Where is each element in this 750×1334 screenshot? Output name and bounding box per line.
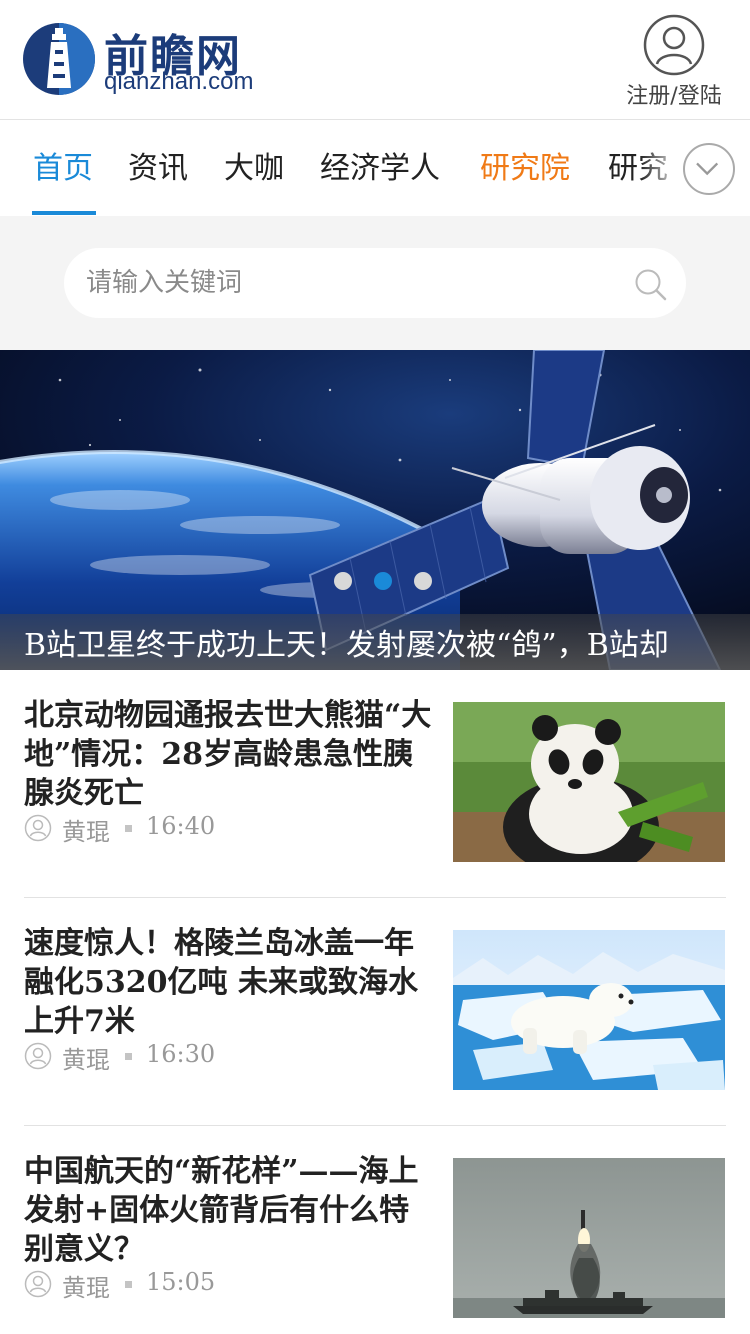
login-register-button[interactable]: 注册/登陆 [622, 14, 726, 110]
avatar-icon [24, 1270, 52, 1298]
logo-text-en: qianzhan.com [104, 68, 253, 96]
article-item[interactable]: 中国航天的“新花样”——海上发射+固体火箭背后有什么特别意义？ 黄琨 15:05 [0, 1126, 750, 1334]
article-time: 16:30 [146, 1040, 216, 1068]
logo-text-domain: .com [201, 68, 254, 95]
tab-news[interactable]: 资讯 [128, 143, 188, 187]
article-item[interactable]: 速度惊人！格陵兰岛冰盖一年融化5320亿吨 未来或致海水上升7米 黄琨 16:3… [0, 898, 750, 1126]
article-author: 黄琨 [62, 818, 110, 846]
carousel-dot-active[interactable] [374, 572, 392, 590]
user-icon [643, 14, 705, 76]
banner-carousel[interactable]: B站卫星终于成功上天！发射屡次被“鸽”，B站却 [0, 350, 750, 670]
article-thumbnail[interactable] [453, 702, 725, 862]
article-author: 黄琨 [62, 1274, 110, 1302]
logo-text-en-main: qianzhan [104, 68, 202, 95]
article-time: 16:40 [146, 812, 216, 840]
rocket-launch-image [453, 1158, 725, 1318]
avatar-icon [24, 1042, 52, 1070]
chevron-down-icon [696, 162, 719, 176]
article-author: 黄琨 [62, 1046, 110, 1074]
banner-caption-text: B站卫星终于成功上天！发射屡次被“鸽”，B站却 [24, 628, 669, 663]
article-title[interactable]: 北京动物园通报去世大熊猫“大地”情况：28岁高龄患急性胰腺炎死亡 [24, 696, 434, 813]
tab-economist[interactable]: 经济学人 [320, 143, 440, 187]
article-thumbnail[interactable] [453, 930, 725, 1090]
meta-separator [125, 825, 132, 832]
avatar-icon [24, 814, 52, 842]
more-tabs-button[interactable] [683, 143, 735, 195]
active-tab-indicator [32, 211, 96, 215]
login-register-label: 注册/登陆 [626, 84, 722, 109]
lighthouse-logo-icon [23, 23, 95, 95]
article-thumbnail[interactable] [453, 1158, 725, 1318]
article-title[interactable]: 速度惊人！格陵兰岛冰盖一年融化5320亿吨 未来或致海水上升7米 [24, 924, 434, 1041]
meta-separator [125, 1281, 132, 1288]
search-icon[interactable] [634, 268, 668, 302]
search-box [64, 248, 686, 318]
banner-caption[interactable]: B站卫星终于成功上天！发射屡次被“鸽”，B站却 [0, 614, 750, 670]
panda-image [453, 702, 725, 862]
category-tabs: 首页 资讯 大咖 经济学人 研究院 研究 [0, 121, 750, 216]
tab-experts[interactable]: 大咖 [224, 143, 284, 187]
article-item[interactable]: 北京动物园通报去世大熊猫“大地”情况：28岁高龄患急性胰腺炎死亡 黄琨 16:4… [0, 670, 750, 898]
article-time: 15:05 [146, 1268, 216, 1296]
article-title[interactable]: 中国航天的“新花样”——海上发射+固体火箭背后有什么特别意义？ [24, 1152, 434, 1269]
search-input[interactable] [86, 260, 616, 306]
search-section [0, 216, 750, 350]
logo[interactable]: 前瞻网 qianzhan.com [22, 22, 282, 98]
carousel-dot[interactable] [334, 572, 352, 590]
app-header: 前瞻网 qianzhan.com 注册/登陆 [0, 0, 750, 120]
tab-home[interactable]: 首页 [33, 143, 93, 187]
meta-separator [125, 1053, 132, 1060]
tabs-fade-overlay [640, 121, 684, 216]
tab-research-institute[interactable]: 研究院 [480, 143, 570, 187]
carousel-dot[interactable] [414, 572, 432, 590]
polar-bear-image [453, 930, 725, 1090]
